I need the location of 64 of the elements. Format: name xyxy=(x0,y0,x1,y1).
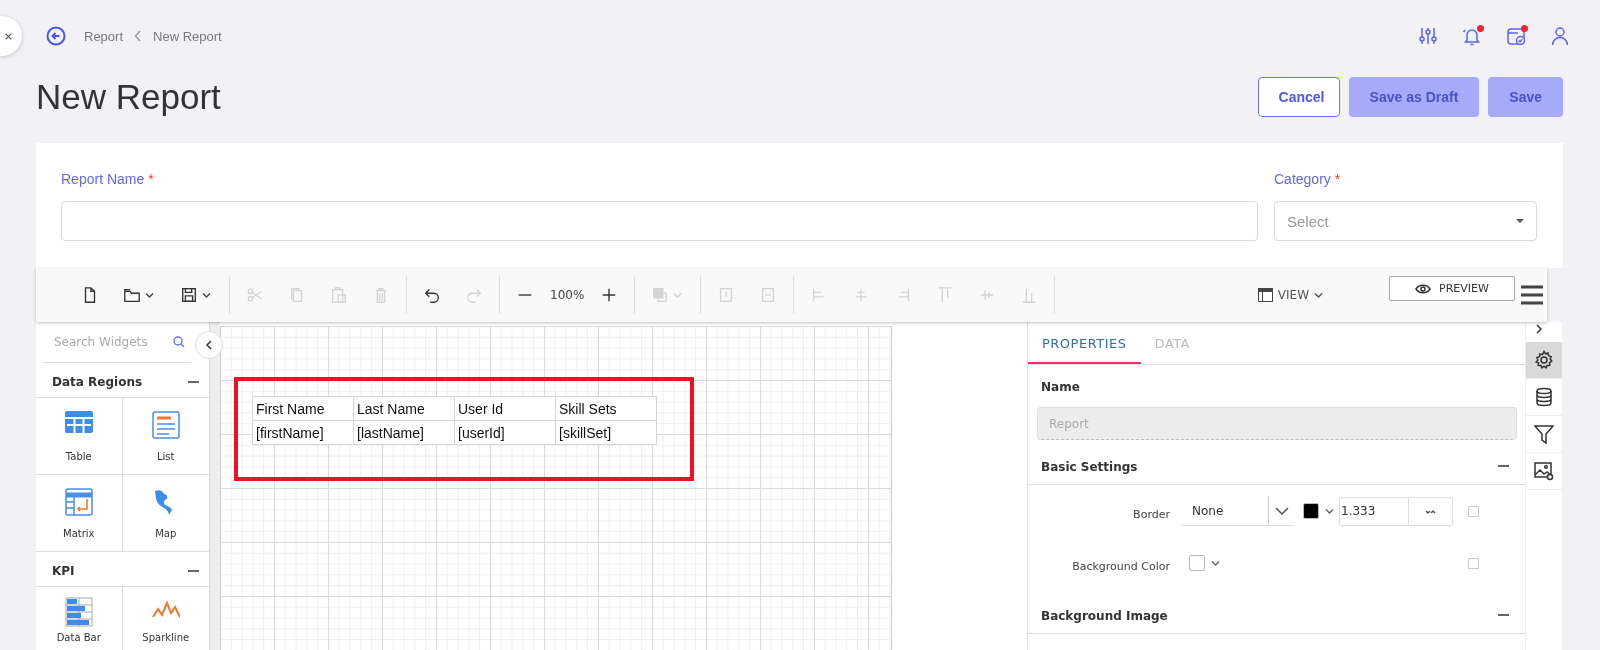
menu-icon[interactable] xyxy=(1521,285,1543,305)
caret-icon xyxy=(145,291,154,299)
checkbox[interactable] xyxy=(1468,557,1479,569)
preview-button[interactable]: PREVIEW xyxy=(1389,276,1515,301)
field-label: Name xyxy=(1040,379,1081,394)
border-width-field[interactable]: 1.333 xyxy=(1339,496,1453,526)
image-settings-icon xyxy=(1534,461,1554,481)
section-title: Background Image xyxy=(1041,608,1168,623)
table-header-cell: First Name xyxy=(252,396,354,421)
field-label: Border xyxy=(1132,506,1171,521)
undo-icon[interactable] xyxy=(423,286,441,304)
spin-icon xyxy=(1425,507,1436,515)
bell-icon[interactable] xyxy=(1462,26,1482,46)
caret-icon xyxy=(202,291,211,299)
report-name-field[interactable] xyxy=(61,201,1258,241)
page-title: New Report xyxy=(36,77,221,117)
table-cell: [skillSet] xyxy=(555,420,657,445)
table-cell: [firstName] xyxy=(252,420,354,445)
section-title: Basic Settings xyxy=(1041,459,1138,474)
cancel-button[interactable]: Cancel xyxy=(1257,77,1340,117)
data-bar-icon xyxy=(64,597,93,627)
widget-tile[interactable]: Matrix xyxy=(36,475,123,552)
table-cell: [lastName] xyxy=(353,420,455,445)
view-menu[interactable]: VIEW xyxy=(1251,287,1329,303)
folder-icon[interactable] xyxy=(123,286,141,304)
chevron-left-icon xyxy=(134,30,143,42)
matrix-icon xyxy=(64,487,93,518)
group-title: KPI xyxy=(52,564,75,578)
save-icon[interactable] xyxy=(180,286,198,304)
chevron-left-icon xyxy=(206,340,212,350)
user-icon[interactable] xyxy=(1550,26,1570,46)
sliders-icon[interactable] xyxy=(1418,26,1438,46)
field-label: Report Name * xyxy=(61,171,155,187)
chevron-right-icon[interactable] xyxy=(1536,324,1542,334)
database-icon xyxy=(1534,387,1554,407)
table-cell: [userId] xyxy=(454,420,556,445)
widget-tile[interactable]: Table xyxy=(36,398,123,475)
panel-tab[interactable]: PROPERTIES xyxy=(1028,324,1141,364)
zoom-level: 100% xyxy=(549,288,586,302)
field-label: Category * xyxy=(1274,171,1342,187)
field-label: Background Color xyxy=(1071,558,1171,573)
caret-icon xyxy=(673,291,683,299)
collapse-panel-button[interactable] xyxy=(195,331,223,359)
gear-tab[interactable] xyxy=(1526,342,1562,379)
calendar-check-icon[interactable] xyxy=(1506,26,1526,46)
group-title: Data Regions xyxy=(52,375,143,389)
layout-icon xyxy=(1257,288,1273,302)
search-icon xyxy=(173,336,185,348)
list-icon xyxy=(151,410,180,441)
gear-icon xyxy=(1534,350,1554,370)
caret-icon xyxy=(1275,506,1289,515)
breadcrumb-link[interactable]: Report xyxy=(84,28,124,44)
table-header-cell: Last Name xyxy=(353,396,455,421)
caret-icon xyxy=(1325,507,1334,515)
caret-icon xyxy=(1516,219,1524,223)
widget-search-field[interactable]: Search Widgets xyxy=(54,335,164,349)
eye-icon xyxy=(1415,282,1432,295)
checkbox[interactable] xyxy=(1468,505,1479,517)
caret-icon xyxy=(1211,559,1220,567)
border-style-dropdown[interactable]: None xyxy=(1181,496,1295,526)
table-header-cell: Skill Sets xyxy=(555,396,657,421)
filter-icon xyxy=(1534,424,1554,444)
table-header-cell: User Id xyxy=(454,396,556,421)
caret-icon xyxy=(1314,291,1323,299)
